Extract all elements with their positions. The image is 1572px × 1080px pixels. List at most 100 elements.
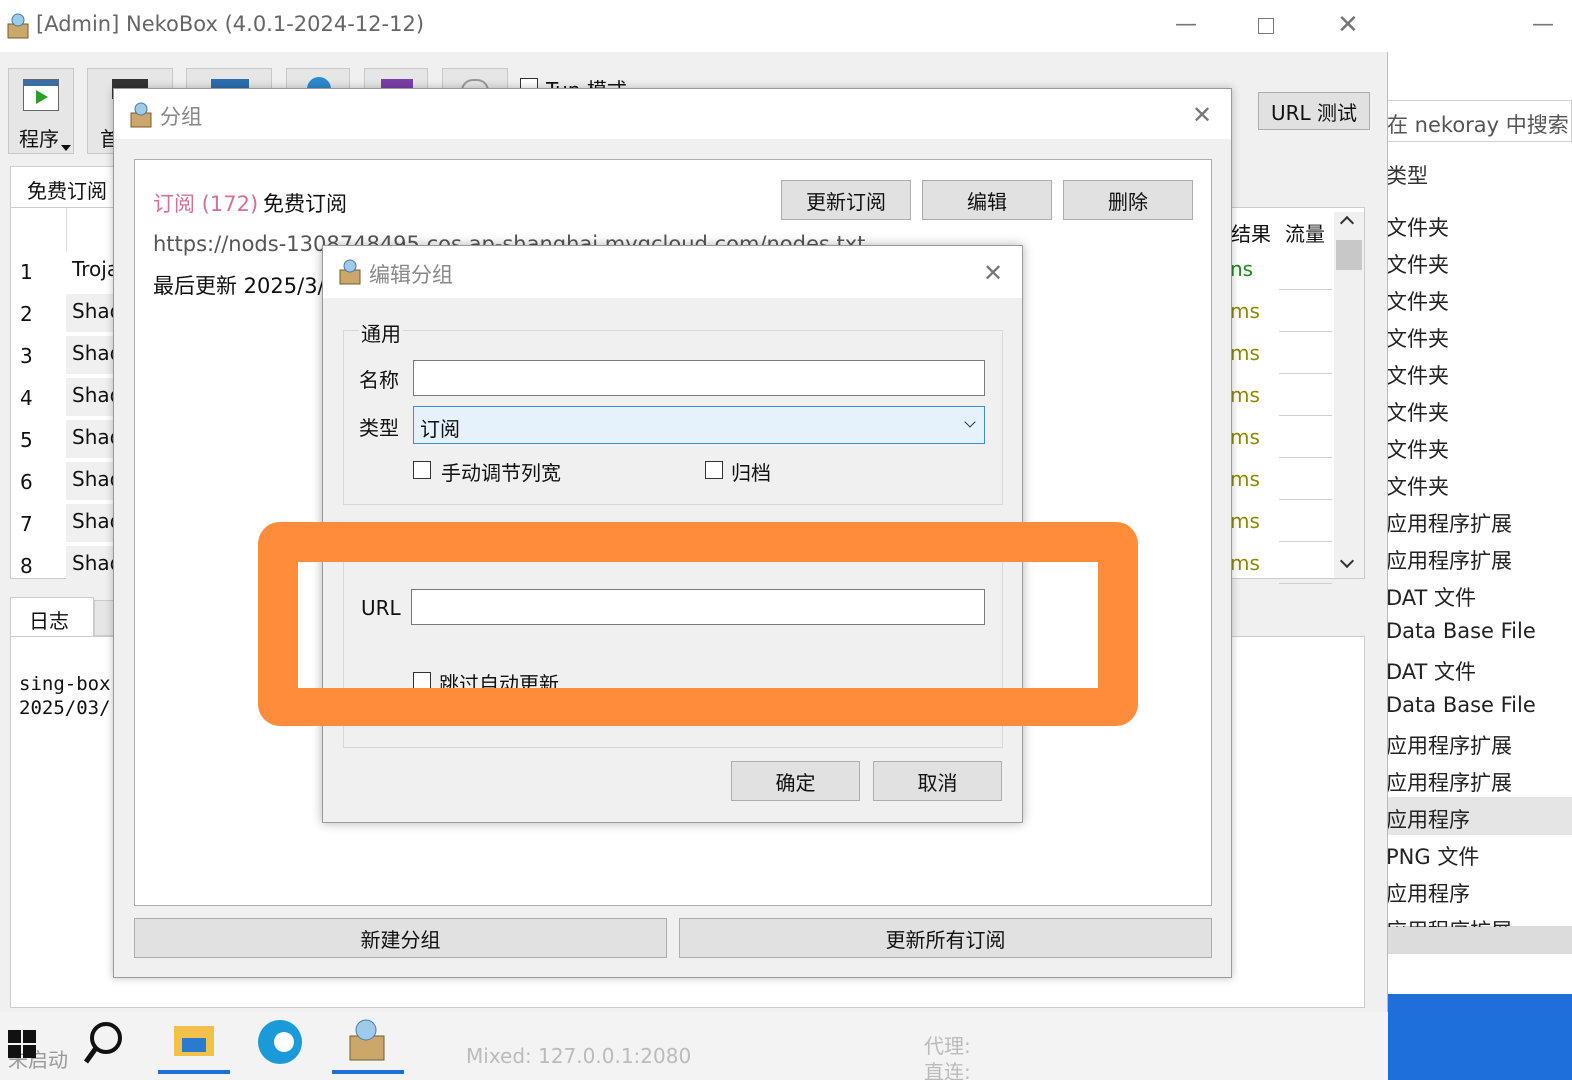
table-row-number[interactable]: 6: [20, 470, 33, 494]
table-row-result[interactable]: ms: [1230, 378, 1278, 416]
explorer-type-item[interactable]: 文件夹: [1386, 434, 1449, 464]
explorer-type-item[interactable]: 文件夹: [1386, 397, 1449, 427]
table-row-name[interactable]: Troja: [66, 252, 118, 290]
update-sub-button[interactable]: 更新订阅: [781, 180, 911, 220]
table-row-number[interactable]: 7: [20, 512, 33, 536]
status-mixed-port: Mixed: 127.0.0.1:2080: [466, 1044, 692, 1068]
explorer-type-item[interactable]: 文件夹: [1386, 286, 1449, 316]
table-row-name[interactable]: Shad: [66, 504, 118, 542]
explorer-type-item[interactable]: 文件夹: [1386, 212, 1449, 242]
explorer-search-box[interactable]: 在 nekoray 中搜索: [1386, 100, 1572, 142]
table-row-result[interactable]: ms: [1230, 546, 1278, 584]
scroll-thumb[interactable]: [1336, 240, 1362, 270]
tab-group-free-sub[interactable]: 免费订阅: [10, 166, 120, 208]
new-group-button[interactable]: 新建分组: [134, 918, 667, 958]
toolbar-button-5[interactable]: [364, 68, 428, 91]
table-row-traffic[interactable]: [1279, 462, 1332, 500]
scroll-down-icon[interactable]: [1339, 553, 1355, 569]
explorer-type-item[interactable]: 文件夹: [1386, 471, 1449, 501]
name-input[interactable]: [413, 360, 985, 396]
explorer-type-item[interactable]: 应用程序: [1386, 878, 1470, 908]
window-title: [Admin] NekoBox (4.0.1-2024-12-12): [36, 12, 425, 36]
table-row-number[interactable]: 3: [20, 344, 33, 368]
table-row-traffic[interactable]: [1279, 546, 1332, 584]
archive-label: 归档: [731, 461, 771, 485]
table-row-result[interactable]: ms: [1230, 420, 1278, 458]
table-row-name[interactable]: Shad: [66, 546, 118, 584]
table-row-number[interactable]: 4: [20, 386, 33, 410]
delete-button[interactable]: 删除: [1063, 180, 1193, 220]
scroll-up-icon[interactable]: [1339, 215, 1355, 231]
toolbar-button-3[interactable]: [186, 68, 272, 91]
explorer-type-item[interactable]: 文件夹: [1386, 249, 1449, 279]
table-row-number[interactable]: 5: [20, 428, 33, 452]
explorer-type-item[interactable]: 文件夹: [1386, 360, 1449, 390]
toolbar-button-6[interactable]: [442, 68, 508, 91]
maximize-icon[interactable]: [1258, 18, 1274, 34]
table-row-traffic[interactable]: [1279, 336, 1332, 374]
close-icon[interactable]: ✕: [1337, 10, 1359, 40]
table-row-result[interactable]: ns: [1230, 252, 1278, 290]
table-row-number[interactable]: 1: [20, 260, 33, 284]
table-row-result[interactable]: ms: [1230, 504, 1278, 542]
table-row-name[interactable]: Shad: [66, 336, 118, 374]
last-update-text: 最后更新 2025/3/: [153, 274, 325, 298]
group-dialog-close-icon[interactable]: ✕: [1192, 101, 1212, 129]
explorer-type-item[interactable]: 应用程序: [1386, 804, 1470, 834]
table-row-number[interactable]: 8: [20, 554, 33, 578]
table-row-name[interactable]: Shad: [66, 462, 118, 500]
explorer-type-item[interactable]: 应用程序扩展: [1386, 730, 1512, 760]
explorer-type-item[interactable]: DAT 文件: [1386, 656, 1476, 686]
edge-browser-icon[interactable]: [244, 1012, 316, 1074]
table-row-name[interactable]: Shad: [66, 378, 118, 416]
explorer-type-item[interactable]: PNG 文件: [1386, 841, 1479, 871]
toolbar-button-4[interactable]: [286, 68, 350, 91]
sub-count-label: 订阅 (172): [153, 192, 259, 216]
tab-log[interactable]: 日志: [10, 597, 94, 637]
cancel-button[interactable]: 取消: [873, 761, 1002, 801]
table-row-traffic[interactable]: [1279, 504, 1332, 542]
minimize-icon[interactable]: —: [1175, 12, 1197, 37]
explorer-type-item[interactable]: Data Base File: [1386, 619, 1536, 643]
archive-checkbox[interactable]: [705, 461, 723, 479]
search-icon[interactable]: [82, 1020, 128, 1066]
explorer-type-item[interactable]: 应用程序扩展: [1386, 545, 1512, 575]
explorer-type-item[interactable]: DAT 文件: [1386, 582, 1476, 612]
type-select[interactable]: 订阅: [413, 406, 985, 444]
explorer-type-header[interactable]: 类型: [1386, 160, 1428, 190]
table-row-number[interactable]: 2: [20, 302, 33, 326]
table-row-name[interactable]: Shad: [66, 294, 118, 332]
table-row-traffic[interactable]: [1279, 294, 1332, 332]
program-menu-button[interactable]: 程序: [8, 68, 74, 154]
table-row-result[interactable]: ms: [1230, 294, 1278, 332]
table-row-traffic[interactable]: [1279, 252, 1332, 290]
col-result-header[interactable]: 结果: [1231, 218, 1271, 247]
explorer-type-item[interactable]: 应用程序扩展: [1386, 767, 1512, 797]
general-section-title: 通用: [359, 318, 403, 347]
table-row-name[interactable]: Shad: [66, 420, 118, 458]
table-row-traffic[interactable]: [1279, 378, 1332, 416]
table-row-result[interactable]: ms: [1230, 336, 1278, 374]
table-row-result[interactable]: ms: [1230, 462, 1278, 500]
url-test-button[interactable]: URL 测试: [1258, 92, 1370, 130]
type-select-value: 订阅: [420, 417, 460, 441]
explorer-scrollbar[interactable]: [1386, 926, 1572, 954]
status-proxy: 代理:: [924, 1034, 971, 1058]
nekobox-taskbar-icon[interactable]: [332, 1012, 404, 1074]
explorer-type-item[interactable]: 文件夹: [1386, 323, 1449, 353]
windows-start-icon[interactable]: [8, 1030, 36, 1058]
table-row-traffic[interactable]: [1279, 420, 1332, 458]
edit-button[interactable]: 编辑: [922, 180, 1052, 220]
explorer-type-item[interactable]: 应用程序扩展: [1386, 915, 1512, 927]
edit-dialog-title: 编辑分组: [369, 263, 453, 287]
table-scrollbar[interactable]: [1334, 212, 1364, 578]
explorer-minimize-icon[interactable]: —: [1532, 12, 1554, 37]
manual-col-width-checkbox[interactable]: [413, 461, 431, 479]
file-explorer-icon[interactable]: [158, 1012, 230, 1074]
explorer-type-item[interactable]: 应用程序扩展: [1386, 508, 1512, 538]
explorer-type-item[interactable]: Data Base File: [1386, 693, 1536, 717]
col-traffic-header[interactable]: 流量: [1285, 218, 1325, 247]
ok-button[interactable]: 确定: [731, 761, 860, 801]
edit-dialog-close-icon[interactable]: ✕: [983, 259, 1003, 287]
update-all-button[interactable]: 更新所有订阅: [679, 918, 1212, 958]
